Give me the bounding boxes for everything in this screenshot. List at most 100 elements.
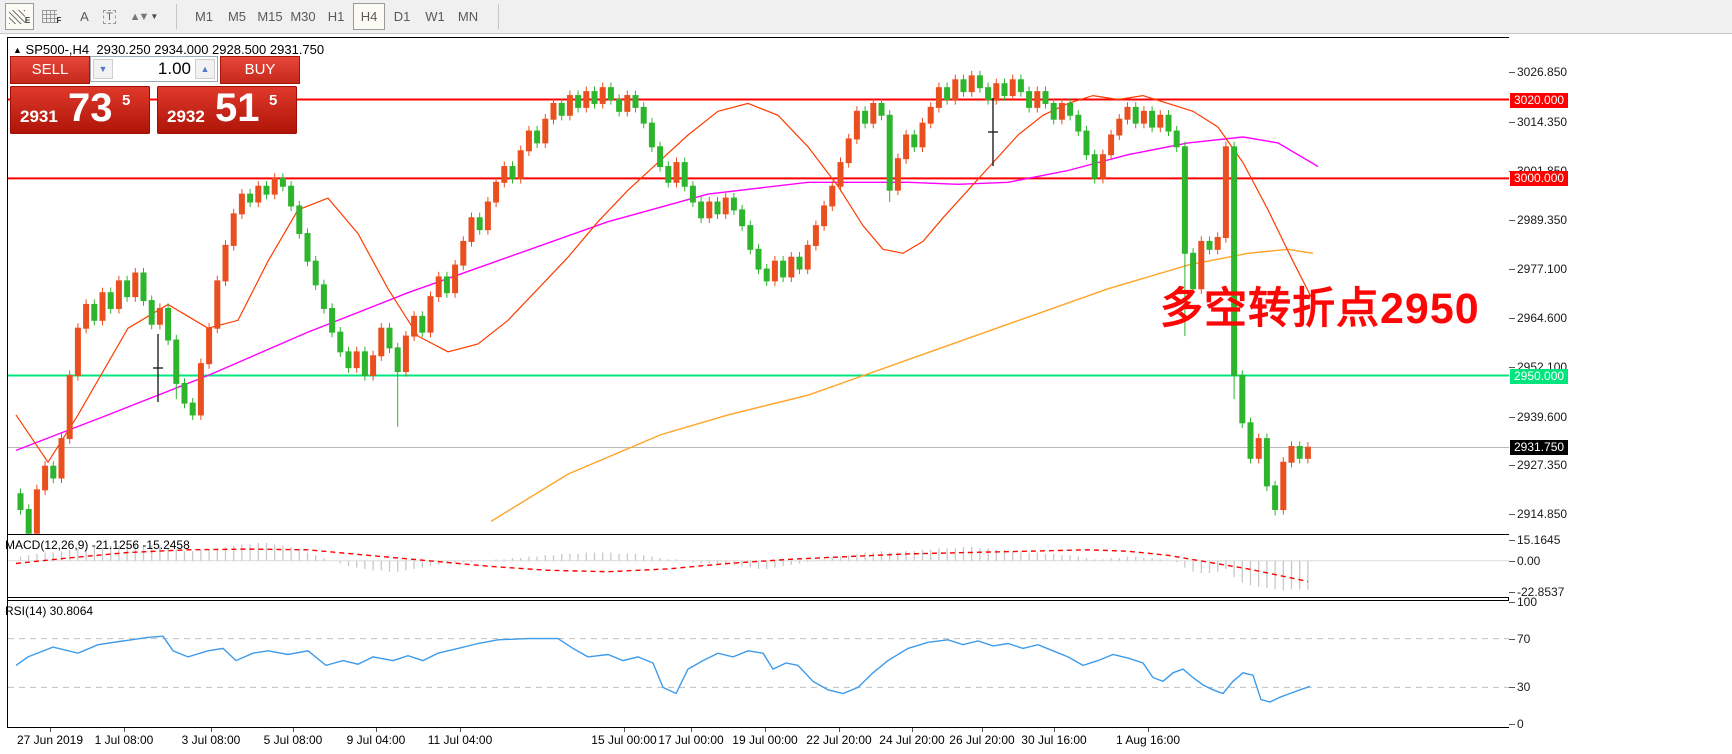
candle-6	[67, 376, 72, 439]
candle-62	[526, 131, 531, 151]
sell-button[interactable]: SELL	[10, 56, 90, 84]
axis-tick	[1509, 269, 1515, 270]
rsi-panel[interactable]	[8, 601, 1509, 727]
timeframe-button-w1[interactable]: W1	[419, 3, 451, 30]
axis-tick	[1509, 592, 1515, 593]
buy-price-stem: 2932	[167, 107, 205, 127]
candle-73	[617, 100, 622, 112]
candle-1	[26, 510, 31, 534]
axis-tick	[1509, 540, 1515, 541]
candle-26	[231, 214, 236, 246]
macd-bottom-border[interactable]	[7, 597, 1732, 598]
candle-151	[1256, 439, 1261, 459]
axis-tick	[1509, 687, 1515, 688]
candle-61	[518, 151, 523, 179]
price-tag-3000.000: 3000.000	[1510, 171, 1568, 186]
timeframe-button-m5[interactable]: M5	[221, 3, 253, 30]
candle-104	[871, 103, 876, 123]
axis-tick	[1509, 220, 1515, 221]
candle-134	[1117, 119, 1122, 135]
candle-65	[551, 103, 556, 119]
toolbar: E F A T ▲▼▼ M1M5M15M30H1H4D1W1MN	[0, 0, 1732, 34]
timeframe-button-h4[interactable]: H4	[353, 3, 385, 30]
candle-132	[1100, 155, 1105, 179]
candle-154	[1281, 462, 1286, 509]
timeframe-button-m15[interactable]: M15	[254, 3, 286, 30]
candle-13	[125, 281, 130, 297]
axis-tick	[1509, 72, 1515, 73]
price-tag-3020.000: 3020.000	[1510, 93, 1568, 108]
candle-29	[256, 186, 261, 202]
timeframe-button-mn[interactable]: MN	[452, 3, 484, 30]
candle-140	[1166, 115, 1171, 131]
volume-decrease-button[interactable]: ▼	[93, 59, 113, 79]
candle-100	[838, 163, 843, 187]
candle-153	[1273, 486, 1278, 510]
candle-142	[1182, 147, 1187, 253]
candle-37	[321, 285, 326, 309]
candle-45	[387, 328, 392, 348]
candle-90	[756, 249, 761, 269]
candle-110	[920, 123, 925, 147]
time-label: 17 Jul 00:00	[658, 733, 723, 747]
arrows-tool-button[interactable]: ▲▼▼	[124, 3, 164, 30]
candle-68	[576, 96, 581, 108]
candle-108	[904, 135, 909, 159]
candle-124	[1035, 92, 1040, 108]
candle-72	[608, 88, 613, 100]
volume-increase-button[interactable]: ▲	[195, 59, 215, 79]
grid-icon[interactable]: F	[37, 3, 66, 30]
candle-63	[535, 131, 540, 143]
sell-price-big: 73	[68, 86, 113, 131]
candle-50	[428, 297, 433, 332]
time-label: 30 Jul 16:00	[1021, 733, 1086, 747]
candle-5	[59, 439, 64, 478]
time-tick	[50, 728, 51, 732]
annotation-text: 多空转折点2950	[1160, 274, 1480, 336]
axis-tick	[1509, 514, 1515, 515]
timeframe-button-h1[interactable]: H1	[320, 3, 352, 30]
candle-35	[305, 234, 310, 262]
text-a-label: A	[80, 9, 89, 24]
candle-133	[1109, 135, 1114, 155]
price-tick-label: 3014.350	[1517, 115, 1567, 129]
macd-panel[interactable]	[8, 535, 1509, 597]
chart-expert-icon[interactable]: E	[5, 3, 34, 30]
candle-78	[658, 147, 663, 167]
timeframe-button-m1[interactable]: M1	[188, 3, 220, 30]
symbol-header: ▲ SP500-,H4 2930.250 2934.000 2928.500 2…	[13, 42, 324, 57]
axis-tick	[1509, 724, 1515, 725]
volume-field[interactable]: ▼ 1.00 ▲	[90, 56, 218, 82]
candle-88	[740, 210, 745, 226]
time-label: 1 Jul 08:00	[95, 733, 154, 747]
timeframe-button-m30[interactable]: M30	[287, 3, 319, 30]
candle-47	[403, 336, 408, 371]
time-axis[interactable]: 27 Jun 20191 Jul 08:003 Jul 08:005 Jul 0…	[8, 728, 1509, 754]
volume-value[interactable]: 1.00	[158, 57, 191, 81]
candle-18	[166, 308, 171, 340]
time-tick	[293, 728, 294, 732]
candle-147	[1223, 147, 1228, 238]
timeframe-button-d1[interactable]: D1	[386, 3, 418, 30]
textbox-tool-button[interactable]: T	[95, 3, 124, 30]
time-label: 5 Jul 08:00	[264, 733, 323, 747]
triangle-icon: ▲	[13, 45, 22, 55]
sell-quote-button[interactable]: 2931 73 5	[10, 86, 150, 134]
candle-119	[994, 84, 999, 100]
symbol-name: SP500-,H4	[26, 42, 90, 57]
candle-77	[649, 123, 654, 147]
candle-57	[485, 202, 490, 230]
price-axis[interactable]: 3026.8503014.3503001.8502989.3502977.100…	[1509, 38, 1732, 754]
buy-button[interactable]: BUY	[220, 56, 300, 84]
candle-24	[215, 281, 220, 328]
time-label: 3 Jul 08:00	[182, 733, 241, 747]
candle-105	[879, 103, 884, 115]
price-tick-label: 2964.600	[1517, 311, 1567, 325]
buy-quote-button[interactable]: 2932 51 5	[157, 86, 297, 134]
candle-14	[133, 273, 138, 297]
candle-7	[75, 328, 80, 375]
buy-price-big: 51	[215, 86, 260, 131]
candle-9	[92, 305, 97, 321]
candle-109	[912, 135, 917, 147]
time-label: 11 Jul 04:00	[428, 733, 493, 747]
